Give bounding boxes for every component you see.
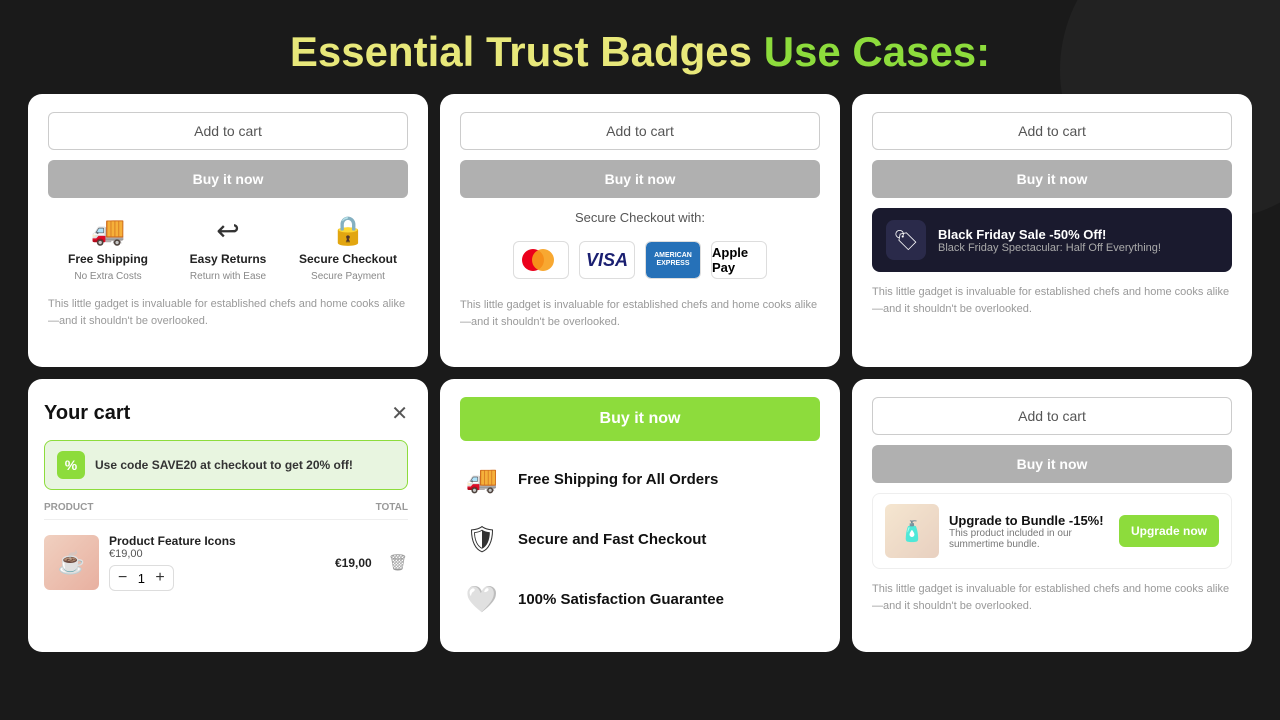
cart-close-button[interactable]: ✕ (391, 401, 408, 426)
cart-item-image: ☕ (44, 535, 99, 590)
mastercard-logo (513, 241, 569, 279)
visa-text: VISA (586, 250, 628, 271)
cart-title: Your cart (44, 402, 130, 425)
card-your-cart: Your cart ✕ % Use code SAVE20 at checkou… (28, 379, 428, 652)
feature-satisfaction: 🤍 100% Satisfaction Guarantee (460, 577, 820, 621)
qty-decrease-button[interactable]: − (118, 570, 127, 586)
card-features: Buy it now 🚚 Free Shipping for All Order… (440, 379, 840, 652)
upgrade-title: Upgrade to Bundle -15%! (949, 513, 1109, 528)
card-bundle-upgrade: Add to cart Buy it now 🧴 Upgrade to Bund… (852, 379, 1252, 652)
feature-list: 🚚 Free Shipping for All Orders 🛡 Secure … (460, 451, 820, 627)
payment-logos: VISA AMERICAN EXPRESS Apple Pay (460, 235, 820, 285)
card-secure-checkout: Add to cart Buy it now Secure Checkout w… (440, 94, 840, 367)
buy-now-button-5[interactable]: Buy it now (460, 397, 820, 441)
promo-text: Use code SAVE20 at checkout to get 20% o… (95, 458, 353, 472)
buy-now-button-2[interactable]: Buy it now (460, 160, 820, 198)
buy-now-button-1[interactable]: Buy it now (48, 160, 408, 198)
badge-secure-checkout: 🔒 Secure Checkout Secure Payment (288, 214, 408, 282)
card3-desc: This little gadget is invaluable for est… (872, 284, 1232, 317)
cart-item-price: €19,00 (109, 548, 325, 560)
cart-columns: PRODUCT TOTAL (44, 500, 408, 520)
card6-desc: This little gadget is invaluable for est… (872, 581, 1232, 614)
bf-title: Black Friday Sale -50% Off! (938, 227, 1161, 242)
qty-increase-button[interactable]: + (155, 570, 164, 586)
card1-desc: This little gadget is invaluable for est… (48, 296, 408, 329)
upgrade-now-button[interactable]: Upgrade now (1119, 515, 1219, 547)
promo-banner: % Use code SAVE20 at checkout to get 20%… (44, 440, 408, 490)
returns-icon: ↩ (216, 214, 239, 247)
col-total: TOTAL (376, 502, 408, 513)
card-black-friday: Add to cart Buy it now 🏷 Black Friday Sa… (852, 94, 1252, 367)
feature-free-shipping: 🚚 Free Shipping for All Orders (460, 457, 820, 501)
applepay-logo: Apple Pay (711, 241, 767, 279)
add-to-cart-button-2[interactable]: Add to cart (460, 112, 820, 150)
shipping-icon: 🚚 (91, 214, 126, 247)
cart-item-delete-button[interactable]: 🗑 (388, 553, 408, 573)
feature-secure-checkout: 🛡 Secure and Fast Checkout (460, 517, 820, 561)
badge-title-returns: Easy Returns (190, 252, 267, 266)
upgrade-sub: This product included in our summertime … (949, 528, 1109, 550)
card-trust-badges: Add to cart Buy it now 🚚 Free Shipping N… (28, 94, 428, 367)
feature-shipping-text: Free Shipping for All Orders (518, 471, 718, 488)
promo-icon: % (57, 451, 85, 479)
cart-header: Your cart ✕ (44, 397, 408, 430)
feature-shipping-icon: 🚚 (460, 457, 504, 501)
secure-checkout-label: Secure Checkout with: (460, 210, 820, 225)
feature-satisfaction-text: 100% Satisfaction Guarantee (518, 591, 724, 608)
badge-sub-returns: Return with Ease (190, 271, 266, 282)
badge-sub-shipping: No Extra Costs (74, 271, 141, 282)
bf-sub: Black Friday Spectacular: Half Off Every… (938, 242, 1161, 254)
buy-now-button-6[interactable]: Buy it now (872, 445, 1232, 483)
upgrade-banner: 🧴 Upgrade to Bundle -15%! This product i… (872, 493, 1232, 569)
feature-secure-icon: 🛡 (460, 517, 504, 561)
trust-badges-row: 🚚 Free Shipping No Extra Costs ↩ Easy Re… (48, 208, 408, 284)
cart-item-total: €19,00 (335, 556, 372, 570)
badge-title-secure: Secure Checkout (299, 252, 397, 266)
page-title: Essential Trust Badges Use Cases: (0, 0, 1280, 94)
applepay-text: Apple Pay (712, 245, 766, 275)
qty-value: 1 (133, 571, 149, 586)
feature-secure-text: Secure and Fast Checkout (518, 531, 706, 548)
secure-icon: 🔒 (331, 214, 366, 247)
black-friday-banner: 🏷 Black Friday Sale -50% Off! Black Frid… (872, 208, 1232, 272)
badge-easy-returns: ↩ Easy Returns Return with Ease (168, 214, 288, 282)
col-product: PRODUCT (44, 502, 93, 513)
badge-title-shipping: Free Shipping (68, 252, 148, 266)
bf-text: Black Friday Sale -50% Off! Black Friday… (938, 227, 1161, 254)
badge-sub-secure: Secure Payment (311, 271, 385, 282)
card2-desc: This little gadget is invaluable for est… (460, 297, 820, 330)
add-to-cart-button-6[interactable]: Add to cart (872, 397, 1232, 435)
bundle-image: 🧴 (885, 504, 939, 558)
upgrade-text: Upgrade to Bundle -15%! This product inc… (949, 513, 1109, 550)
badge-free-shipping: 🚚 Free Shipping No Extra Costs (48, 214, 168, 282)
add-to-cart-button-3[interactable]: Add to cart (872, 112, 1232, 150)
bf-icon: 🏷 (886, 220, 926, 260)
buy-now-button-3[interactable]: Buy it now (872, 160, 1232, 198)
add-to-cart-button-1[interactable]: Add to cart (48, 112, 408, 150)
qty-control: − 1 + (109, 565, 174, 591)
visa-logo: VISA (579, 241, 635, 279)
cards-grid: Add to cart Buy it now 🚚 Free Shipping N… (0, 94, 1280, 664)
feature-satisfaction-icon: 🤍 (460, 577, 504, 621)
cart-item-name: Product Feature Icons (109, 534, 325, 548)
cart-item-details: Product Feature Icons €19,00 − 1 + (109, 534, 325, 591)
amex-box: AMERICAN EXPRESS (646, 242, 700, 278)
amex-logo: AMERICAN EXPRESS (645, 241, 701, 279)
cart-item: ☕ Product Feature Icons €19,00 − 1 + €19… (44, 530, 408, 595)
